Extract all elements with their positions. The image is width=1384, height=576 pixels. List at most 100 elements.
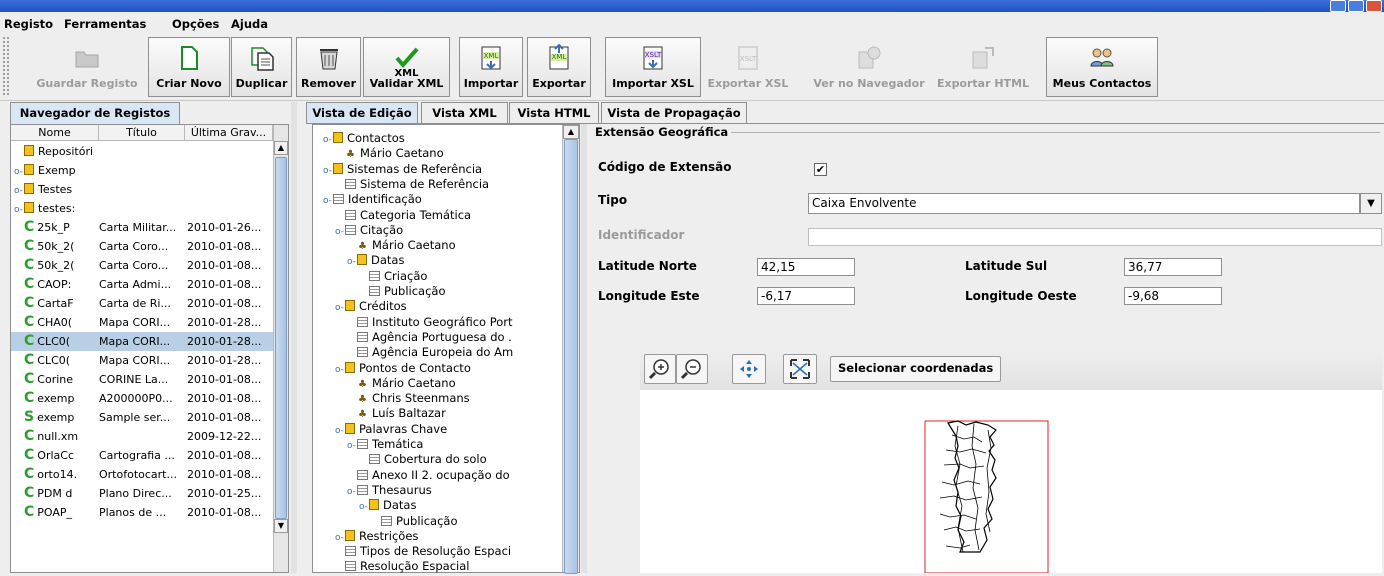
tree-node[interactable]: o- Sistemas de Referência [323,162,482,176]
tree-node[interactable]: o- Créditos [335,299,407,313]
tree-expand-handle-icon[interactable]: o- [335,424,344,438]
records-scrollbar[interactable]: ▲ ▼ [273,125,288,572]
tree-node[interactable]: o- Palavras Chave [335,422,447,436]
guardar-registo-button[interactable]: Guardar Registo [28,37,146,97]
zoom-out-button[interactable] [676,354,708,384]
tree-node[interactable]: ♣ Mário Caetano [358,376,456,390]
tree-node[interactable]: Agência Europeia do Am [357,345,513,359]
tree-node[interactable]: ♣ Mário Caetano [346,146,444,160]
selecionar-coordenadas-button[interactable]: Selecionar coordenadas [830,356,1002,382]
table-row[interactable]: Corto14. Ortofotocart... 2010-01-08... [11,465,273,484]
table-row[interactable]: C 50k_2(Carta Coro... 2010-01-08... [11,256,273,275]
tree-node[interactable]: Criação [369,269,427,283]
table-row[interactable]: C CLC0(Mapa CORI... 2010-01-28... [11,332,273,351]
tree-node[interactable]: Tipos de Resolução Espaci [345,544,511,558]
longitude-oeste-field[interactable]: -9,68 [1124,287,1222,305]
tree-expand-handle-icon[interactable]: o- [335,301,344,315]
tree-expand-handle-icon[interactable]: o- [347,439,356,453]
map-canvas[interactable] [640,390,1382,574]
tree-expand-handle-icon[interactable]: o- [335,363,344,377]
exportar-button[interactable]: XML Exportar [527,37,591,97]
table-row[interactable]: C Corine CORINE La... 2010-01-08... [11,370,273,389]
menu-ferramentas[interactable]: Ferramentas [64,17,146,31]
tree-node[interactable]: o- Restrições [335,529,418,543]
table-row[interactable]: Repositóri [11,142,273,161]
tab-vista-xml[interactable]: Vista XML [421,102,508,124]
latitude-sul-field[interactable]: 36,77 [1124,258,1222,276]
tree-node[interactable]: o- Datas [347,253,404,267]
tree-node[interactable]: Cobertura do solo [369,452,487,466]
tab-navegador-de-registos[interactable]: Navegador de Registos [10,102,180,124]
tree-node[interactable]: ♣ Chris Steenmans [358,391,470,405]
table-row[interactable]: C PDM d Plano Direc... 2010-01-25... [11,484,273,503]
validar-xml-button[interactable]: XML Validar XML [363,37,450,97]
exportar-html-button[interactable]: Exportar HTML [931,37,1035,97]
scroll-thumb[interactable] [275,157,287,519]
exportar-xsl-button[interactable]: XSLT Exportar XSL [703,37,793,97]
identificador-field[interactable] [808,228,1382,246]
tree-node[interactable]: Publicação [369,284,446,298]
tree-node[interactable]: Anexo II 2. ocupação do [357,468,510,482]
column-header-titulo[interactable]: Título [99,125,185,141]
column-header-ultima-gravacao[interactable]: Última Grav... [185,125,273,141]
toolbar-grip[interactable] [2,36,10,96]
table-row[interactable]: o- Exemp [11,161,273,180]
tree-expand-handle-icon[interactable]: o- [335,225,344,239]
table-row[interactable]: C POAP_ Planos de ... 2010-01-08... [11,503,273,522]
tree-node[interactable]: o- Pontos de Contacto [335,361,471,375]
column-header-nome[interactable]: Nome [11,125,99,141]
scroll-up-button[interactable]: ▲ [274,141,288,155]
tipo-select[interactable]: Caixa Envolvente [808,193,1360,214]
tree-node[interactable]: Publicação [381,514,458,528]
tree-expand-handle-icon[interactable]: o- [359,500,368,514]
ver-no-navegador-button[interactable]: Ver no Navegador [808,37,930,97]
zoom-in-button[interactable] [644,354,676,384]
tree-scroll-thumb[interactable] [564,139,578,574]
table-row[interactable]: o- Testes [11,180,273,199]
table-row[interactable]: C 25k_P Carta Militar... 2010-01-26... [11,218,273,237]
maximize-button[interactable] [1348,0,1364,12]
tree-expand-handle-icon[interactable]: o- [323,164,332,178]
latitude-norte-field[interactable]: 42,15 [757,258,855,276]
tab-vista-de-edicao[interactable]: Vista de Edição [306,102,418,124]
table-row[interactable]: C CHA0(Mapa CORI... 2010-01-28... [11,313,273,332]
minimize-button[interactable] [1330,0,1346,12]
menu-opcoes[interactable]: Opções [172,17,219,31]
tree-expand-handle-icon[interactable]: o- [347,485,356,499]
menu-ajuda[interactable]: Ajuda [231,17,268,31]
importar-button[interactable]: XML Importar [459,37,523,97]
tree-expand-handle-icon[interactable]: o- [347,255,356,269]
longitude-este-field[interactable]: -6,17 [757,287,855,305]
codigo-extensao-checkbox[interactable]: ✔ [814,163,827,176]
tree-node[interactable]: Instituto Geográfico Port [357,315,513,329]
tree-expand-handle-icon[interactable]: o- [335,531,344,545]
zoom-extent-button[interactable] [783,354,817,384]
tree-node[interactable]: Agência Portuguesa do . [357,330,512,344]
meus-contactos-button[interactable]: Meus Contactos [1046,37,1158,97]
tree-scrollbar[interactable]: ▲ [562,125,579,574]
vertical-splitter[interactable] [291,102,297,573]
tab-vista-html[interactable]: Vista HTML [509,102,599,124]
tree-node[interactable]: o- Temática [347,437,423,451]
tree-scroll-up-button[interactable]: ▲ [563,125,579,139]
duplicar-button[interactable]: Duplicar [231,37,292,97]
importar-xsl-button[interactable]: XSLT Importar XSL [605,37,701,97]
pan-button[interactable] [732,354,766,384]
tree-node[interactable]: Resolução Espacial [345,559,470,573]
tree-expand-handle-icon[interactable]: o- [323,133,332,147]
table-row[interactable]: Sexemp Sample ser... 2010-01-08... [11,408,273,427]
tree-node[interactable]: o- Identificação [323,192,422,206]
remover-button[interactable]: Remover [296,37,361,97]
chevron-down-icon[interactable]: ▼ [1360,193,1382,214]
table-row[interactable]: Cnull.xm 2009-12-22... [11,427,273,446]
table-row[interactable]: C CAOP: Carta Admi... 2010-01-08... [11,275,273,294]
scroll-down-button[interactable]: ▼ [274,519,288,533]
tree-node[interactable]: ♣ Luís Baltazar [358,406,446,420]
tab-vista-de-propagacao[interactable]: Vista de Propagação [601,102,747,124]
table-row[interactable]: C 50k_2(Carta Coro... 2010-01-08... [11,237,273,256]
table-row[interactable]: C CLC0(Mapa CORI... 2010-01-28... [11,351,273,370]
tree-node[interactable]: o- Datas [359,498,416,512]
criar-novo-button[interactable]: Criar Novo [148,37,230,97]
tree-node[interactable]: Sistema de Referência [345,177,489,191]
tree-node[interactable]: o- Citação [335,223,403,237]
